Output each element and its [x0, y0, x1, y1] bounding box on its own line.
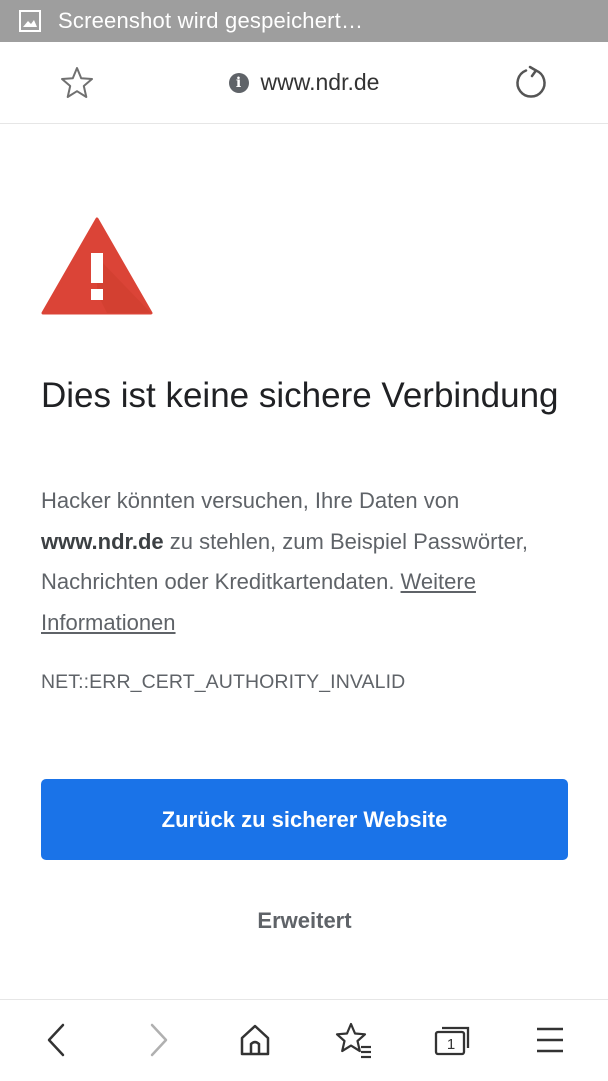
menu-icon[interactable] [530, 1020, 570, 1060]
bottom-navigation: 1 [0, 999, 608, 1081]
description-domain: www.ndr.de [41, 528, 164, 554]
warning-description: Hacker könnten versuchen, Ihre Daten von… [41, 481, 569, 643]
bookmarks-icon[interactable] [334, 1020, 374, 1060]
info-icon[interactable]: i [228, 72, 249, 93]
status-notification-text: Screenshot wird gespeichert… [58, 8, 364, 33]
tabs-icon[interactable]: 1 [432, 1020, 472, 1060]
description-text-before: Hacker könnten versuchen, Ihre Daten von [41, 488, 460, 513]
back-icon[interactable] [37, 1020, 77, 1060]
status-bar: Screenshot wird gespeichert… [0, 0, 608, 42]
back-to-safety-button[interactable]: Zurück zu sicherer Website [41, 779, 568, 860]
error-code: NET::ERR_CERT_AUTHORITY_INVALID [41, 671, 406, 693]
advanced-button[interactable]: Erweitert [41, 901, 568, 941]
tab-count: 1 [446, 1035, 456, 1053]
warning-triangle-icon [41, 217, 153, 315]
url-text[interactable]: www.ndr.de [261, 69, 380, 96]
reload-icon[interactable] [512, 64, 550, 102]
page-title: Dies ist keine sichere Verbindung [41, 376, 559, 415]
forward-icon[interactable] [138, 1020, 178, 1060]
url-bar: i www.ndr.de [0, 42, 608, 124]
image-icon [18, 9, 42, 33]
home-icon[interactable] [235, 1020, 275, 1060]
